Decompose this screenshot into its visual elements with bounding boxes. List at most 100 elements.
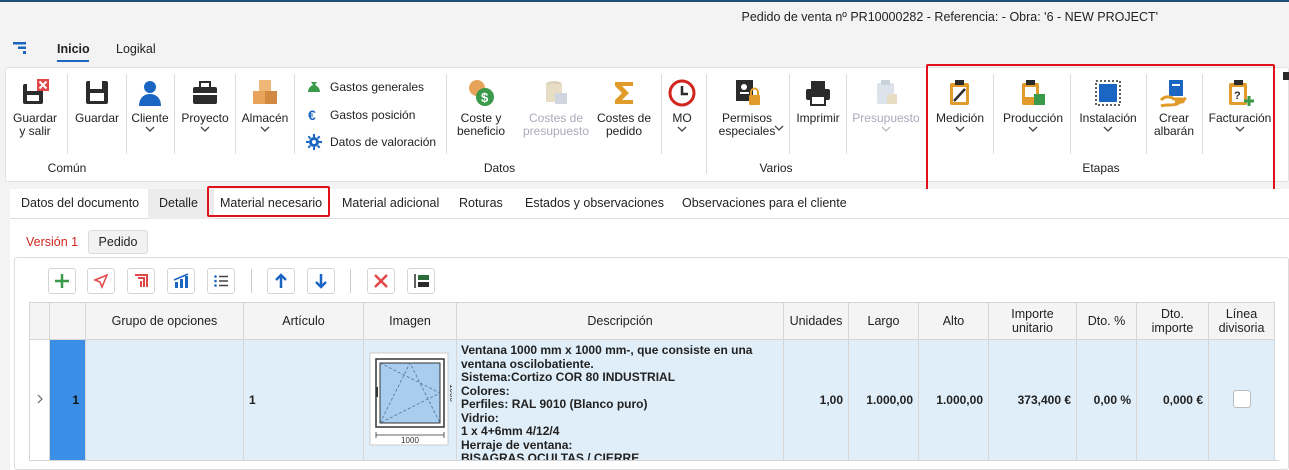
- window-title: Pedido de venta nº PR10000282 - Referenc…: [741, 10, 1158, 24]
- budget-label: Presupuesto: [852, 111, 920, 125]
- budget-costs-button[interactable]: Costes de presupuesto: [520, 78, 592, 138]
- header-discount-amount[interactable]: Dto. importe: [1136, 302, 1209, 340]
- boxes-icon: [253, 80, 277, 104]
- coin-stack-icon: [546, 81, 567, 104]
- order-costs-button[interactable]: Costes de pedido: [594, 78, 654, 138]
- group-comun-label: Común: [47, 161, 87, 175]
- description-line: Colores:: [461, 384, 510, 398]
- tab-inicio[interactable]: Inicio: [57, 42, 90, 56]
- print-button[interactable]: Imprimir: [792, 78, 844, 125]
- header-unit-price[interactable]: Importe unitario: [988, 302, 1077, 340]
- version-label[interactable]: Versión 1: [26, 235, 78, 249]
- cell-divider-line: [1208, 339, 1275, 461]
- chevron-down-icon: [881, 126, 891, 132]
- general-expenses-item[interactable]: Gastos generales: [306, 76, 424, 98]
- header-option-group[interactable]: Grupo de opciones: [85, 302, 244, 340]
- close-icon: [374, 274, 388, 288]
- list-button[interactable]: [207, 268, 235, 294]
- header-article[interactable]: Artículo: [243, 302, 364, 340]
- save-exit-icon: [23, 79, 49, 104]
- svg-text:€: €: [308, 107, 316, 123]
- floppy-icon: [86, 81, 108, 104]
- coins-icon: $: [469, 80, 494, 106]
- chart-button[interactable]: [167, 268, 195, 294]
- order-costs-label: Costes de pedido: [596, 111, 652, 138]
- header-description[interactable]: Descripción: [456, 302, 784, 340]
- print-label: Imprimir: [796, 111, 840, 125]
- header-discount-pct[interactable]: Dto. %: [1076, 302, 1137, 340]
- save-label: Guardar: [74, 111, 120, 125]
- document-tabs: Datos del documento Detalle Material nec…: [10, 189, 1289, 219]
- header-image[interactable]: Imagen: [363, 302, 457, 340]
- project-label: Proyecto: [181, 111, 229, 125]
- position-expenses-item[interactable]: € Gastos posición: [306, 104, 415, 126]
- header-height[interactable]: Alto: [918, 302, 989, 340]
- save-button[interactable]: Guardar: [71, 78, 123, 125]
- description-line: Sistema:Cortizo COR 80 INDUSTRIAL: [461, 371, 676, 384]
- highlight-etapas-box: [926, 64, 1275, 193]
- mo-label: MO: [672, 111, 692, 125]
- valuation-data-label: Datos de valoración: [330, 135, 437, 149]
- chevron-down-icon: [200, 126, 210, 132]
- header-length[interactable]: Largo: [848, 302, 919, 340]
- valuation-data-item[interactable]: Datos de valoración: [306, 131, 436, 153]
- cost-benefit-label: Coste y beneficio: [456, 111, 506, 138]
- header-divider-line[interactable]: Línea divisoria: [1208, 302, 1275, 340]
- special-permissions-label: Permisos especiales: [718, 111, 776, 138]
- cell-units[interactable]: 1,00: [783, 339, 849, 461]
- tab-breakages[interactable]: Roturas: [459, 196, 503, 210]
- special-permissions-button[interactable]: Permisos especiales: [708, 78, 786, 138]
- cell-length[interactable]: 1.000,00: [848, 339, 919, 461]
- budget-button[interactable]: Presupuesto: [848, 78, 924, 137]
- cell-image[interactable]: 1000 1000: [363, 339, 457, 461]
- cost-benefit-button[interactable]: $ Coste y beneficio: [452, 78, 510, 138]
- logikal-icon: [135, 274, 148, 287]
- move-down-button[interactable]: [307, 268, 335, 294]
- header-units[interactable]: Unidades: [783, 302, 849, 340]
- money-bag-icon: [308, 82, 320, 92]
- arrow-down-icon: [315, 274, 327, 289]
- plus-icon: [55, 274, 69, 288]
- tab-client-observations[interactable]: Observaciones para el cliente: [682, 196, 847, 210]
- logikal-button[interactable]: [127, 268, 155, 294]
- cell-discount-pct[interactable]: 0,00 %: [1076, 339, 1137, 461]
- ribbon-overflow-icon[interactable]: [1283, 72, 1289, 80]
- tab-detail[interactable]: Detalle: [159, 196, 198, 210]
- tab-document-data[interactable]: Datos del documento: [21, 196, 139, 210]
- split-line-button[interactable]: [407, 268, 435, 294]
- client-button[interactable]: Cliente: [128, 78, 172, 137]
- cell-option-group[interactable]: [85, 339, 244, 461]
- gear-icon: [306, 134, 322, 150]
- mo-button[interactable]: MO: [666, 78, 698, 137]
- navigate-button[interactable]: [87, 268, 115, 294]
- cell-unit-price[interactable]: 373,400 €: [988, 339, 1077, 461]
- row-expander[interactable]: [29, 339, 50, 461]
- cell-discount-amount[interactable]: 0,000 €: [1136, 339, 1209, 461]
- position-expenses-label: Gastos posición: [330, 108, 416, 122]
- divider-line-checkbox[interactable]: [1232, 389, 1251, 408]
- active-tab-indicator: [57, 60, 89, 62]
- image-width-label: 1000: [401, 436, 419, 445]
- project-button[interactable]: Proyecto: [176, 78, 234, 137]
- delete-row-button[interactable]: [367, 268, 395, 294]
- save-and-exit-button[interactable]: Guardar y salir: [9, 78, 61, 138]
- tab-states-observations[interactable]: Estados y observaciones: [525, 196, 664, 210]
- cell-article[interactable]: 1: [243, 339, 364, 461]
- move-up-button[interactable]: [267, 268, 295, 294]
- group-datos-label: Datos: [483, 161, 516, 175]
- warehouse-button[interactable]: Almacén: [239, 78, 291, 137]
- cell-height[interactable]: 1.000,00: [918, 339, 989, 461]
- add-row-button[interactable]: [48, 268, 76, 294]
- tab-additional-material[interactable]: Material adicional: [342, 196, 439, 210]
- tab-logikal[interactable]: Logikal: [116, 42, 156, 56]
- clock-icon: [668, 79, 696, 107]
- cell-description[interactable]: Ventana 1000 mm x 1000 mm-, que consiste…: [456, 339, 784, 461]
- app-logo-icon: [13, 42, 26, 54]
- table-header-row: Grupo de opciones Artículo Imagen Descri…: [29, 302, 1275, 340]
- description-line: Herraje de ventana:: [461, 438, 573, 452]
- order-button[interactable]: Pedido: [88, 230, 148, 254]
- row-index[interactable]: 1: [49, 339, 86, 461]
- table-row[interactable]: 1 1 1000 1000 Ventana 1000 mm x 1000 mm-…: [29, 339, 1275, 461]
- order-lines-table: Grupo de opciones Artículo Imagen Descri…: [29, 302, 1275, 461]
- image-height-label: 1000: [448, 384, 452, 402]
